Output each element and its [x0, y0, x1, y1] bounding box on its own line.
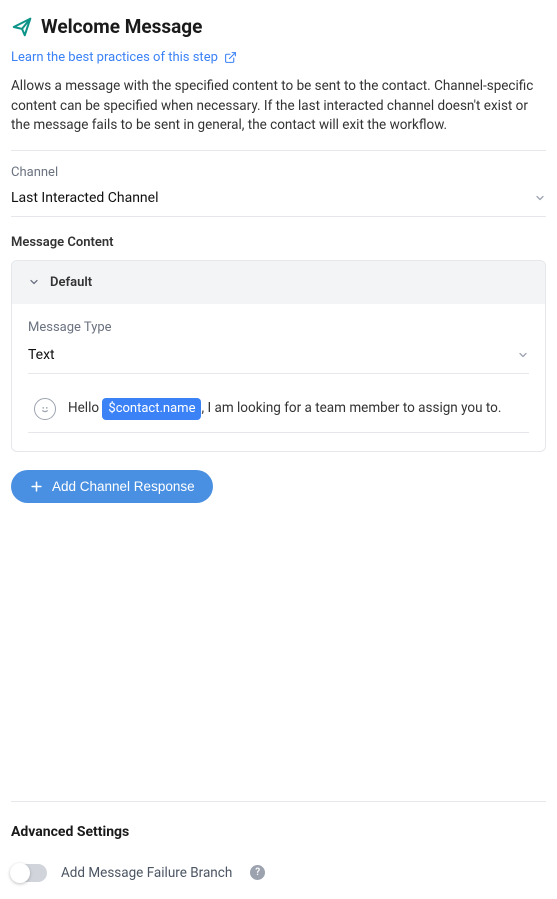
divider	[11, 801, 546, 802]
smile-icon	[38, 402, 52, 416]
message-prefix: Hello	[68, 400, 102, 416]
add-channel-response-button[interactable]: Add Channel Response	[11, 470, 213, 503]
chevron-down-icon	[28, 276, 40, 288]
channel-select[interactable]: Last Interacted Channel	[11, 186, 546, 217]
message-type-value: Text	[28, 347, 55, 363]
chevron-down-icon	[534, 192, 546, 204]
send-icon	[11, 16, 33, 38]
message-type-label: Message Type	[28, 320, 529, 335]
message-text: Hello $contact.name, I am looking for a …	[68, 398, 501, 420]
help-icon[interactable]: ?	[250, 865, 265, 880]
step-description: Allows a message with the specified cont…	[11, 77, 546, 151]
failure-branch-toggle[interactable]	[11, 864, 47, 882]
variable-chip[interactable]: $contact.name	[102, 398, 201, 420]
default-card-title: Default	[50, 275, 92, 290]
message-type-select[interactable]: Text	[28, 341, 529, 374]
failure-branch-row: Add Message Failure Branch ?	[11, 864, 546, 882]
default-card-body: Message Type Text Hello $contact.name, I…	[12, 304, 545, 451]
channel-value: Last Interacted Channel	[11, 190, 159, 206]
message-content-label: Message Content	[11, 235, 546, 250]
page-title: Welcome Message	[41, 15, 202, 38]
page-header: Welcome Message	[11, 11, 546, 38]
learn-link[interactable]: Learn the best practices of this step	[11, 50, 237, 65]
default-card: Default Message Type Text Hello $contact…	[11, 260, 546, 452]
add-channel-response-label: Add Channel Response	[52, 479, 195, 494]
external-link-icon	[224, 51, 237, 64]
advanced-settings-title: Advanced Settings	[11, 824, 546, 840]
default-card-header[interactable]: Default	[12, 261, 545, 304]
emoji-picker-button[interactable]	[34, 398, 56, 420]
failure-branch-label: Add Message Failure Branch	[61, 865, 232, 881]
chevron-down-icon	[517, 349, 529, 361]
plus-icon	[29, 479, 44, 494]
spacer	[11, 503, 546, 801]
toggle-knob	[10, 863, 30, 883]
learn-link-text: Learn the best practices of this step	[11, 50, 218, 65]
message-suffix: , I am looking for a team member to assi…	[201, 400, 501, 416]
message-input-row[interactable]: Hello $contact.name, I am looking for a …	[28, 388, 529, 433]
channel-label: Channel	[11, 165, 546, 180]
